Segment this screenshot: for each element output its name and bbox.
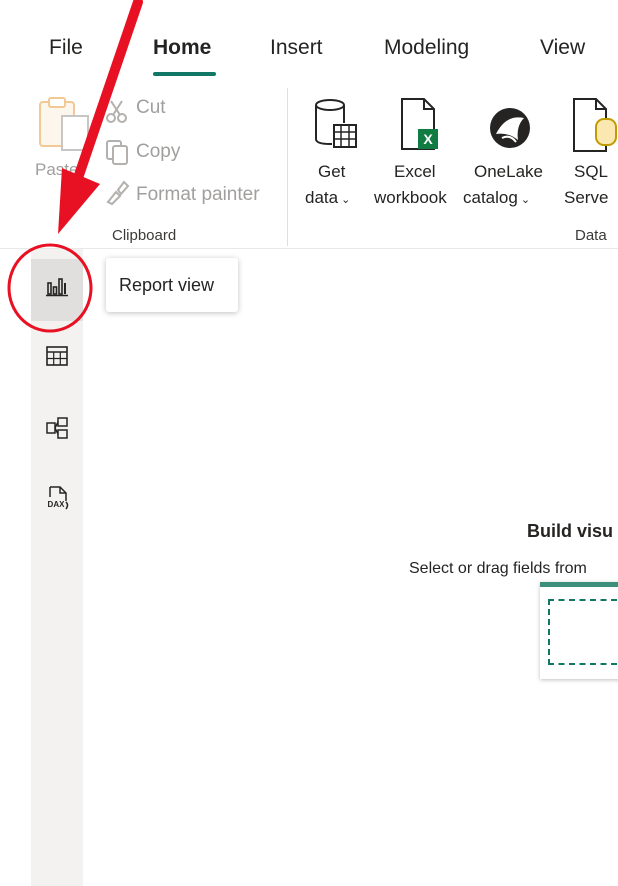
- annotation-arrow-shaft: [73, 0, 143, 183]
- annotation-arrow-head: [58, 168, 100, 234]
- annotation-overlay: [7, 0, 143, 333]
- annotation-circle: [7, 243, 93, 333]
